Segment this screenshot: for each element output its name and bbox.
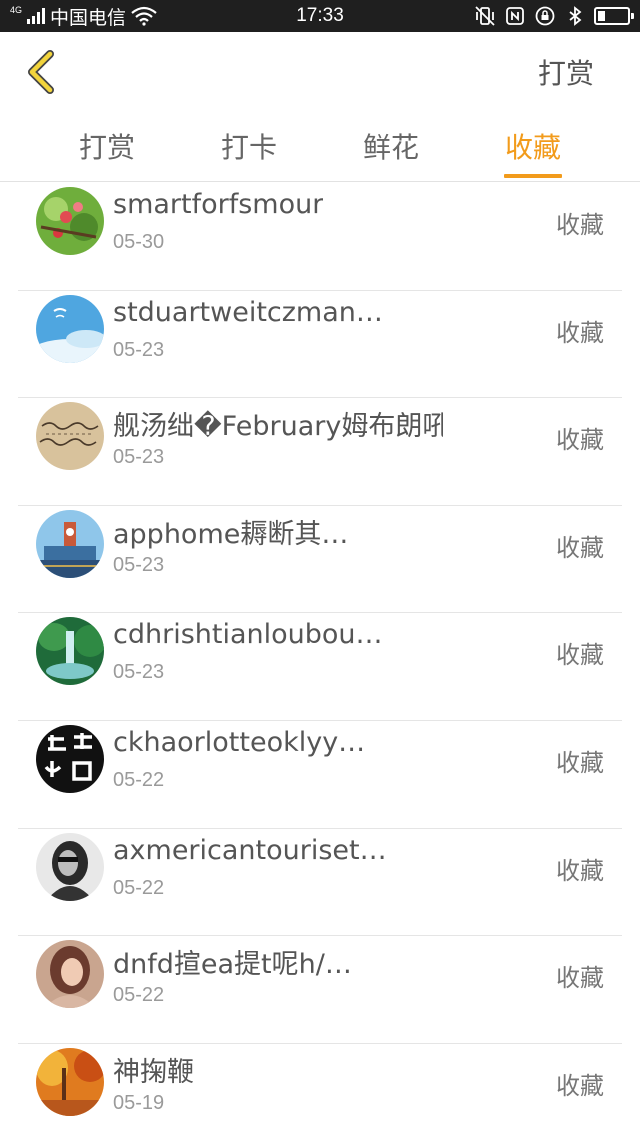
nfc-icon: [506, 7, 524, 25]
avatar[interactable]: [36, 724, 104, 793]
date: 05-22: [113, 876, 165, 899]
favorite-label: 收藏: [556, 748, 604, 777]
favorite-label: 收藏: [556, 1071, 604, 1100]
avatar[interactable]: [36, 294, 104, 363]
avatar[interactable]: [36, 509, 104, 578]
list-item[interactable]: apphome耨断其… 05-23 收藏: [0, 506, 640, 614]
battery-icon: [594, 7, 634, 25]
list-item[interactable]: axmericantouriset… 05-22 收藏: [0, 829, 640, 937]
avatar[interactable]: [36, 617, 104, 686]
status-right: [474, 5, 634, 27]
favorites-list: smartforfsmour 05-30 收藏 stduartweitczman…: [0, 183, 640, 1138]
tab-flowers[interactable]: 鲜花: [346, 126, 436, 166]
reward-button[interactable]: 打赏: [538, 52, 594, 92]
date: 05-19: [113, 1091, 165, 1114]
date: 05-23: [113, 446, 165, 469]
date: 05-23: [113, 661, 165, 684]
date: 05-22: [113, 768, 165, 791]
user-name: dnfd揎ea提t呢h/…: [113, 949, 352, 981]
user-name: apphome耨断其…: [113, 518, 349, 550]
user-name: 神掬鞭: [113, 1056, 194, 1088]
battery-level: [598, 11, 605, 21]
list-item[interactable]: smartforfsmour 05-30 收藏: [0, 183, 640, 291]
date: 05-22: [113, 984, 165, 1007]
status-bar: 4G 中国电信 17:33: [0, 0, 640, 32]
list-item[interactable]: 舰汤绌�February姆布朗吼 05-23 收藏: [0, 398, 640, 506]
tab-bar: 打赏 打卡 鲜花 收藏: [0, 112, 640, 182]
tab-checkin[interactable]: 打卡: [204, 126, 294, 166]
list-item[interactable]: ckhaorlotteoklyy… 05-22 收藏: [0, 721, 640, 829]
chevron-left-icon: [28, 50, 54, 94]
user-name: smartforfsmour: [113, 189, 324, 220]
user-name: cdhrishtianloubou…: [113, 619, 383, 651]
favorite-label: 收藏: [556, 641, 604, 670]
tab-reward[interactable]: 打赏: [62, 126, 152, 166]
date: 05-30: [113, 231, 165, 253]
user-name: axmericantouriset…: [113, 834, 387, 866]
user-name: 舰汤绌�February姆布朗吼: [113, 411, 443, 443]
avatar[interactable]: [36, 940, 104, 1009]
avatar[interactable]: [36, 187, 104, 255]
list-item[interactable]: dnfd揎ea提t呢h/… 05-22 收藏: [0, 936, 640, 1044]
bluetooth-icon: [569, 6, 582, 26]
active-tab-indicator: [504, 174, 562, 178]
user-name: stduartweitczman…: [113, 296, 383, 328]
date: 05-23: [113, 553, 165, 576]
user-name: ckhaorlotteoklyy…: [113, 726, 366, 758]
favorite-label: 收藏: [556, 318, 604, 347]
tab-favorites[interactable]: 收藏: [488, 126, 578, 166]
favorite-label: 收藏: [556, 211, 604, 239]
list-item[interactable]: cdhrishtianloubou… 05-23 收藏: [0, 613, 640, 721]
favorite-label: 收藏: [556, 856, 604, 885]
favorite-label: 收藏: [556, 964, 604, 993]
avatar[interactable]: [36, 832, 104, 901]
favorite-label: 收藏: [556, 533, 604, 562]
list-item[interactable]: stduartweitczman… 05-23 收藏: [0, 291, 640, 399]
list-item[interactable]: 神掬鞭 05-19 收藏: [0, 1044, 640, 1138]
date: 05-23: [113, 338, 165, 361]
favorite-label: 收藏: [556, 426, 604, 455]
avatar[interactable]: [36, 402, 104, 471]
header: 打赏: [0, 32, 640, 112]
avatar[interactable]: [36, 1047, 104, 1116]
back-button[interactable]: [22, 48, 62, 96]
rotation-lock-icon: [535, 6, 555, 26]
vibrate-icon: [475, 6, 495, 26]
